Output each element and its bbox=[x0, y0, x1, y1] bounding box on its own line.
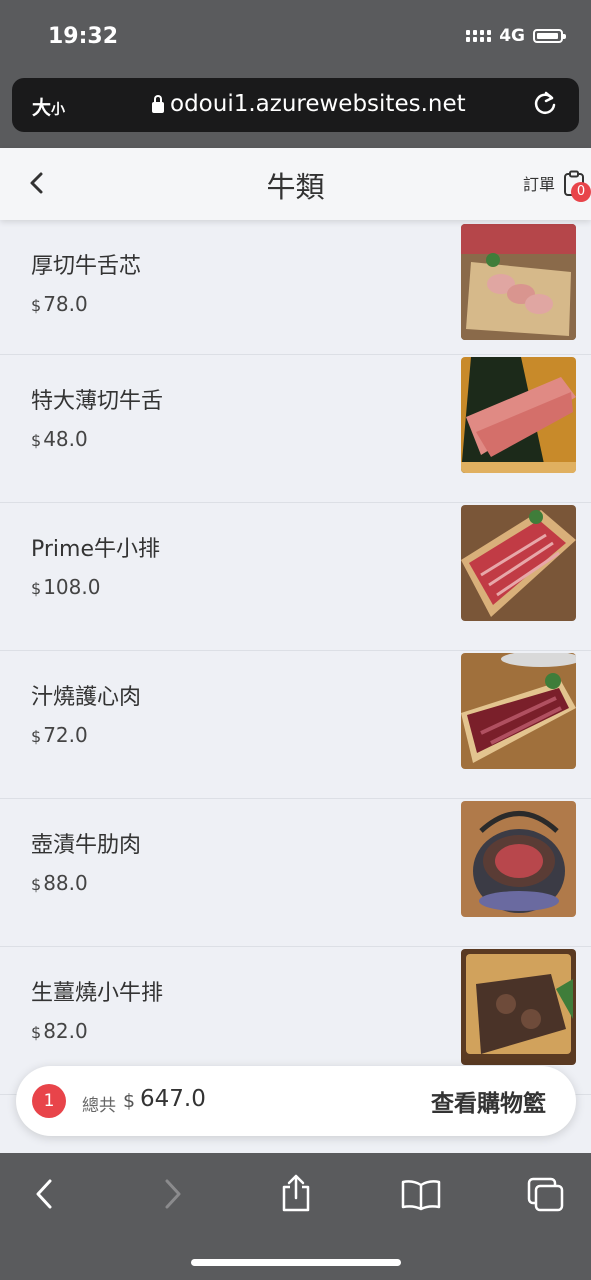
cart-total-currency: $ bbox=[123, 1090, 136, 1112]
item-image[interactable] bbox=[461, 801, 576, 917]
item-price: $78.0 bbox=[31, 292, 88, 316]
url-text: odoui1.azurewebsites.net bbox=[170, 91, 466, 117]
browser-top-chrome: 19:32 4G 大小 odoui1.azurewebsites.net bbox=[0, 0, 591, 148]
status-time: 19:32 bbox=[48, 24, 119, 49]
menu-list: 厚切牛舌芯 $78.0 特大薄切牛舌 $48.0 Prime牛小排 $108.0 bbox=[0, 220, 591, 1095]
home-indicator bbox=[191, 1259, 401, 1266]
reload-icon[interactable] bbox=[531, 90, 559, 118]
status-indicators: 4G bbox=[466, 26, 566, 46]
item-name: 壺漬牛肋肉 bbox=[31, 833, 142, 858]
url-field[interactable]: odoui1.azurewebsites.net bbox=[152, 91, 466, 117]
menu-item[interactable]: 壺漬牛肋肉 $88.0 bbox=[0, 799, 591, 947]
page-title: 牛類 bbox=[266, 170, 325, 204]
clipboard-icon: 0 bbox=[563, 170, 591, 202]
battery-icon bbox=[533, 29, 566, 43]
orders-label: 訂單 bbox=[522, 175, 555, 194]
item-image[interactable] bbox=[461, 949, 576, 1065]
bookmarks-icon[interactable] bbox=[401, 1179, 441, 1211]
item-name: 厚切牛舌芯 bbox=[31, 254, 142, 279]
menu-item[interactable]: 汁燒護心肉 $72.0 bbox=[0, 651, 591, 799]
menu-item[interactable]: Prime牛小排 $108.0 bbox=[0, 503, 591, 651]
browser-forward-icon[interactable] bbox=[157, 1177, 187, 1211]
item-price: $72.0 bbox=[31, 723, 88, 747]
lock-icon bbox=[152, 94, 164, 113]
item-price: $108.0 bbox=[31, 575, 101, 599]
item-price: $82.0 bbox=[31, 1019, 88, 1043]
item-name: Prime牛小排 bbox=[31, 537, 161, 562]
item-image[interactable] bbox=[461, 224, 576, 340]
item-image[interactable] bbox=[461, 357, 576, 473]
item-image[interactable] bbox=[461, 505, 576, 621]
view-cart-button[interactable]: 查看購物籃 bbox=[431, 1084, 546, 1118]
item-name: 汁燒護心肉 bbox=[31, 685, 142, 710]
item-name: 特大薄切牛舌 bbox=[31, 389, 164, 414]
tabs-icon[interactable] bbox=[527, 1177, 565, 1213]
item-price: $48.0 bbox=[31, 427, 88, 451]
item-price: $88.0 bbox=[31, 871, 88, 895]
text-size-button[interactable]: 大小 bbox=[32, 93, 65, 120]
cart-summary-bar[interactable]: 1 總共 $ 647.0 查看購物籃 bbox=[16, 1066, 576, 1136]
network-type: 4G bbox=[499, 26, 525, 46]
menu-item[interactable]: 厚切牛舌芯 $78.0 bbox=[0, 220, 591, 355]
app-header: 牛類 訂單 0 bbox=[0, 148, 591, 220]
browser-back-icon[interactable] bbox=[30, 1177, 60, 1211]
cellular-signal-icon bbox=[466, 30, 492, 42]
orders-button[interactable]: 訂單 0 bbox=[522, 170, 591, 202]
address-bar[interactable]: 大小 odoui1.azurewebsites.net bbox=[12, 78, 579, 132]
share-icon[interactable] bbox=[279, 1173, 313, 1213]
browser-bottom-toolbar bbox=[0, 1153, 591, 1280]
menu-item[interactable]: 特大薄切牛舌 $48.0 bbox=[0, 355, 591, 503]
item-image[interactable] bbox=[461, 653, 576, 769]
orders-badge: 0 bbox=[571, 182, 591, 202]
cart-count-badge: 1 bbox=[32, 1084, 66, 1118]
cart-total: 647.0 bbox=[140, 1086, 206, 1112]
item-name: 生薑燒小牛排 bbox=[31, 981, 164, 1006]
cart-total-label: 總共 bbox=[82, 1096, 116, 1116]
